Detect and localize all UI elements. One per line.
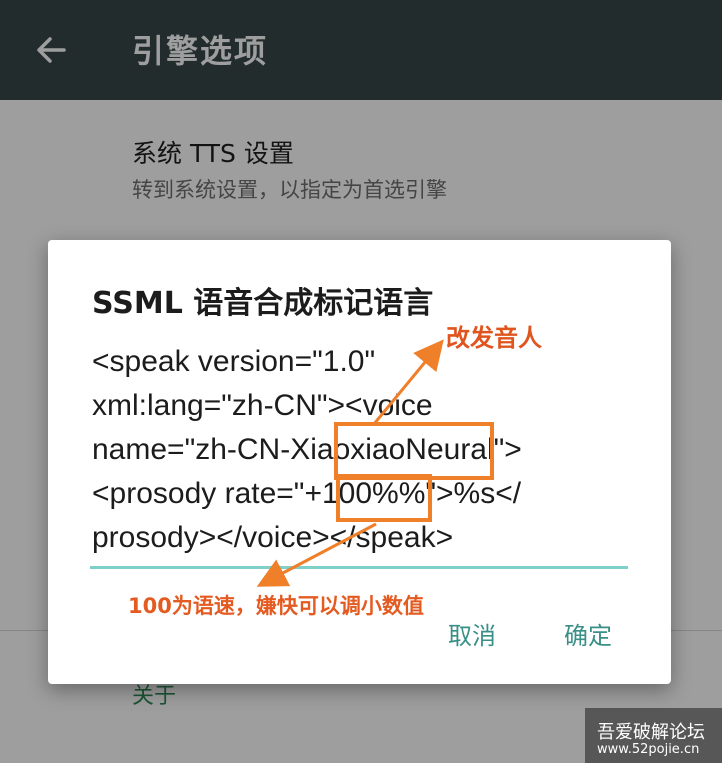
voice-highlight-box — [334, 422, 494, 480]
voice-annotation: 改发音人 — [446, 324, 542, 352]
dialog-title: SSML 语音合成标记语言 — [92, 286, 434, 321]
ssml-line: <speak version="1.0" — [92, 345, 376, 378]
cancel-button[interactable]: 取消 — [448, 616, 496, 651]
ok-button[interactable]: 确定 — [564, 616, 612, 651]
rate-highlight-box — [336, 474, 432, 522]
input-underline — [90, 566, 628, 569]
watermark-url: www.52pojie.cn — [597, 742, 700, 757]
watermark-title: 吾爱破解论坛 — [597, 722, 705, 743]
ssml-line: prosody></voice></speak> — [92, 521, 454, 554]
rate-annotation: 100为语速，嫌快可以调小数值 — [128, 594, 424, 618]
